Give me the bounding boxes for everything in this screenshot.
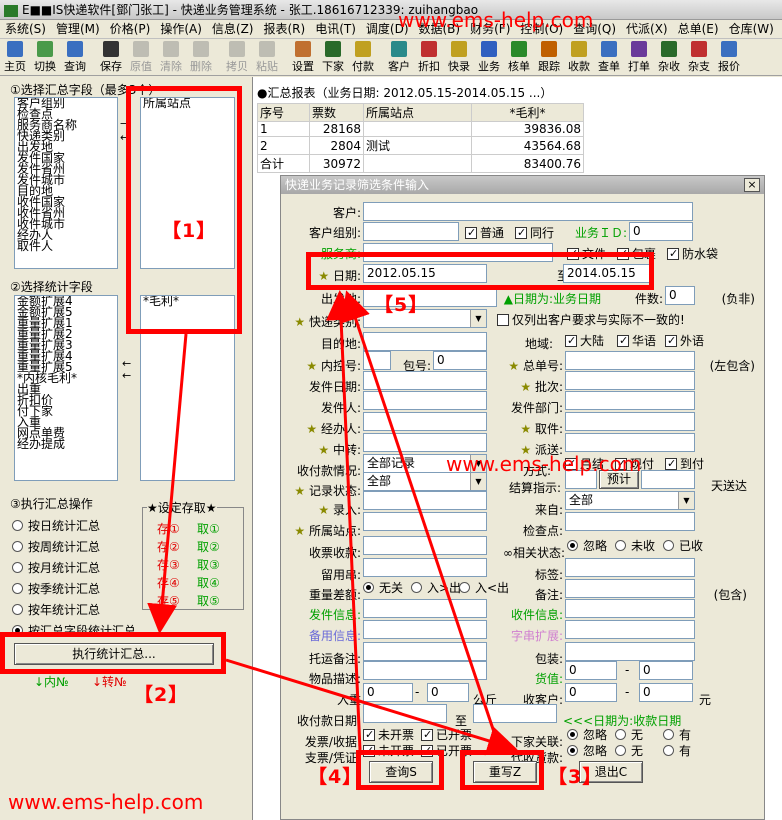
arrow-4-to-5 (326, 290, 362, 751)
arrow-1-to-2 (147, 333, 188, 634)
annotation-arrows (147, 290, 518, 756)
arrow-2-to-3 (225, 658, 518, 756)
watermark-top: www.ems-help.com (398, 8, 594, 32)
watermark-middle: www.ems-help.com (446, 452, 642, 476)
arrow-3-to-5 (341, 290, 502, 751)
watermark-bottom: www.ems-help.com (8, 790, 204, 814)
